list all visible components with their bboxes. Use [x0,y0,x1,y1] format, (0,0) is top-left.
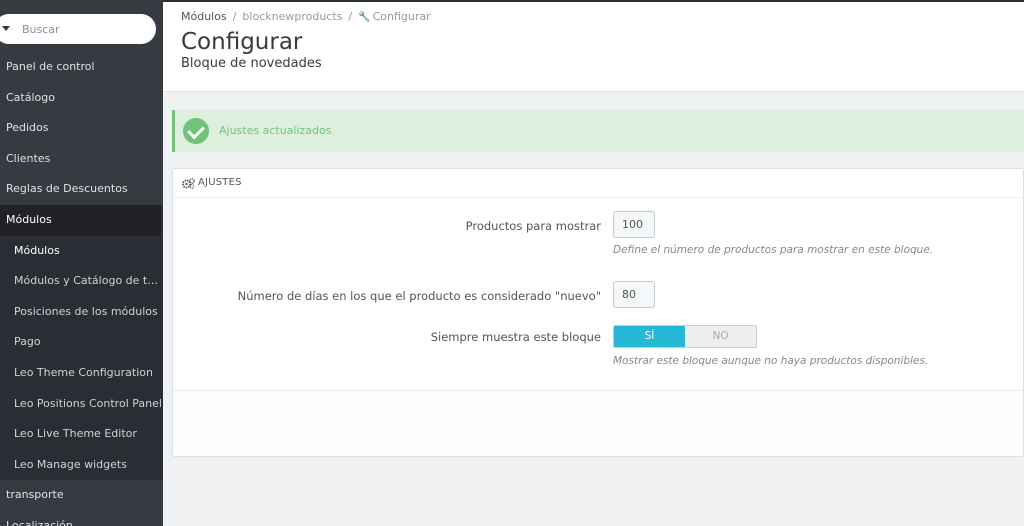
page-header: Módulos / blocknewproducts / 🔧 Configurar Con… [163,2,1024,92]
submenu-item-catalogo-temas[interactable]: Módulos y Catálogo de temas [0,266,163,297]
always-show-label: Siempre muestra este bloque [430,330,601,344]
breadcrumb-modulos[interactable]: Módulos [181,10,227,23]
submenu-item-leo-positions-control-panel[interactable]: Leo Positions Control Panel [0,389,163,420]
search-box[interactable] [0,14,156,44]
page-title: Configurar [181,29,303,55]
wrench-icon: 🔧 [358,12,371,23]
always-show-switch[interactable]: SÍ NO [613,325,757,348]
panel-heading: AJUSTES [173,169,1023,198]
sidebar-item-reglas-descuentos[interactable]: Reglas de Descuentos [0,174,163,205]
submenu-item-leo-theme-configuration[interactable]: Leo Theme Configuration [0,358,163,389]
check-circle-icon [183,118,209,144]
success-alert: Ajustes actualizados [172,110,1024,152]
breadcrumb: Módulos / blocknewproducts / 🔧 Configurar [181,10,431,23]
switch-yes[interactable]: SÍ [614,326,685,347]
submenu-item-pago[interactable]: Pago [0,327,163,358]
caret-down-icon[interactable] [2,26,10,31]
breadcrumb-blocknewproducts[interactable]: blocknewproducts [242,10,342,23]
sidebar-menu: Panel de control Catálogo Pedidos Client… [0,52,163,526]
submenu-item-posiciones[interactable]: Posiciones de los módulos [0,297,163,328]
sidebar-item-panel-de-control[interactable]: Panel de control [0,52,163,83]
panel-title: AJUSTES [198,177,242,188]
products-help: Define el número de productos para mostr… [613,244,934,256]
breadcrumb-separator: / [348,10,353,23]
sidebar-item-transporte[interactable]: transporte [0,480,163,511]
cogs-icon [182,178,195,189]
sidebar-item-localizacion[interactable]: Localización [0,511,163,526]
panel-footer [173,390,1023,456]
search-input[interactable] [22,20,142,38]
alert-message: Ajustes actualizados [219,124,332,137]
switch-no[interactable]: NO [685,326,756,347]
page-subtitle: Bloque de novedades [181,56,322,71]
submenu-item-leo-manage-widgets[interactable]: Leo Manage widgets [0,450,163,481]
products-label: Productos para mostrar [465,219,601,233]
submenu-item-modulos[interactable]: Módulos [0,236,163,267]
new-days-input[interactable] [613,281,655,308]
settings-panel: AJUSTES Productos para mostrar Define el… [172,168,1024,457]
sidebar-item-modulos[interactable]: Módulos [0,204,163,236]
sidebar-item-pedidos[interactable]: Pedidos [0,113,163,144]
submenu-item-leo-live-theme-editor[interactable]: Leo Live Theme Editor [0,419,163,450]
breadcrumb-separator: / [232,10,237,23]
sidebar: Panel de control Catálogo Pedidos Client… [0,0,163,526]
sidebar-item-catalogo[interactable]: Catálogo [0,83,163,114]
days-label: Número de días en los que el producto es… [237,289,601,303]
always-show-help: Mostrar este bloque aunque no haya produ… [613,355,929,367]
sidebar-submenu-modulos: Módulos Módulos y Catálogo de temas Posi… [0,235,163,481]
products-count-input[interactable] [613,211,655,238]
sidebar-item-clientes[interactable]: Clientes [0,144,163,175]
breadcrumb-configurar: Configurar [372,10,431,23]
